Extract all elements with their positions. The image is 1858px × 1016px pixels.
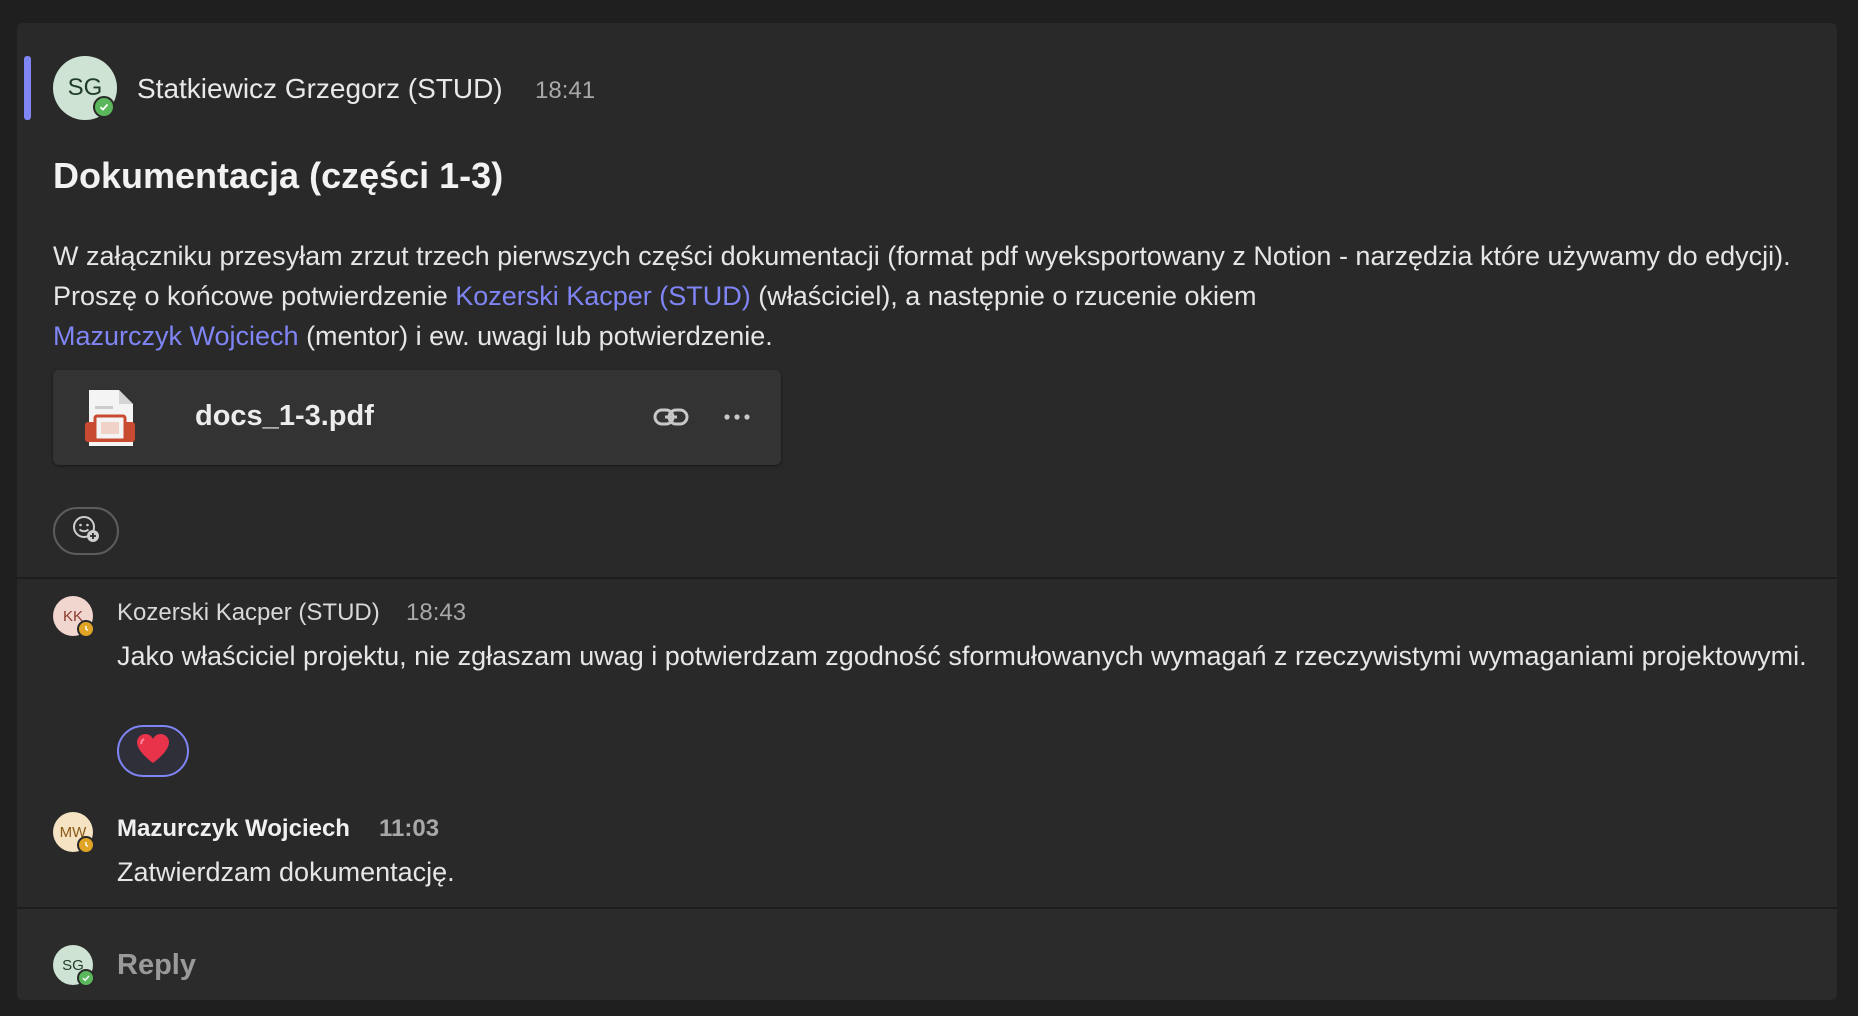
avatar[interactable]: KK	[53, 596, 95, 638]
mention-kozerski[interactable]: Kozerski Kacper (STUD)	[455, 281, 751, 311]
divider	[17, 577, 1837, 579]
status-available-icon	[77, 969, 95, 987]
conversation-card: SG Statkiewicz Grzegorz (STUD) 18:41 Dok…	[17, 23, 1837, 1000]
post-author[interactable]: Statkiewicz Grzegorz (STUD)	[137, 73, 503, 105]
reply-author[interactable]: Kozerski Kacper (STUD)	[117, 599, 380, 627]
status-away-icon	[77, 836, 95, 854]
post-timestamp: 18:41	[535, 77, 596, 104]
heart-icon	[135, 733, 171, 770]
file-attachment[interactable]: docs_1-3.pdf	[53, 370, 781, 465]
reply-text: Zatwierdzam dokumentację.	[117, 857, 455, 887]
avatar: SG	[53, 945, 95, 987]
status-available-icon	[93, 96, 115, 118]
avatar[interactable]: MW	[53, 812, 95, 854]
add-reaction-button[interactable]	[53, 507, 119, 555]
reply-timestamp: 18:43	[406, 599, 467, 626]
unread-accent-bar	[24, 56, 31, 120]
avatar[interactable]: SG	[53, 56, 117, 120]
post-title: Dokumentacja (części 1-3)	[53, 155, 504, 196]
post-body: W załączniku przesyłam zrzut trzech pier…	[53, 236, 1833, 356]
reply-author[interactable]: Mazurczyk Wojciech	[117, 815, 350, 843]
more-options-icon[interactable]	[719, 400, 755, 434]
mention-mazurczyk[interactable]: Mazurczyk Wojciech	[53, 321, 299, 351]
reply-text: Jako właściciel projektu, nie zgłaszam u…	[117, 641, 1807, 671]
attachment-filename[interactable]: docs_1-3.pdf	[195, 400, 374, 433]
pdf-file-icon	[83, 388, 137, 448]
post-body-text: (mentor) i ew. uwagi lub potwierdzenie.	[298, 321, 773, 351]
post-body-text: (właściciel), a następnie o rzucenie oki…	[750, 281, 1257, 311]
link-icon[interactable]	[653, 400, 689, 434]
reply-input[interactable]: Reply	[117, 949, 196, 982]
heart-reaction-button[interactable]	[117, 725, 189, 777]
status-away-icon	[77, 620, 95, 638]
reply-bar[interactable]	[17, 909, 1837, 1000]
reply-timestamp: 11:03	[379, 815, 440, 842]
add-reaction-icon	[71, 514, 101, 549]
